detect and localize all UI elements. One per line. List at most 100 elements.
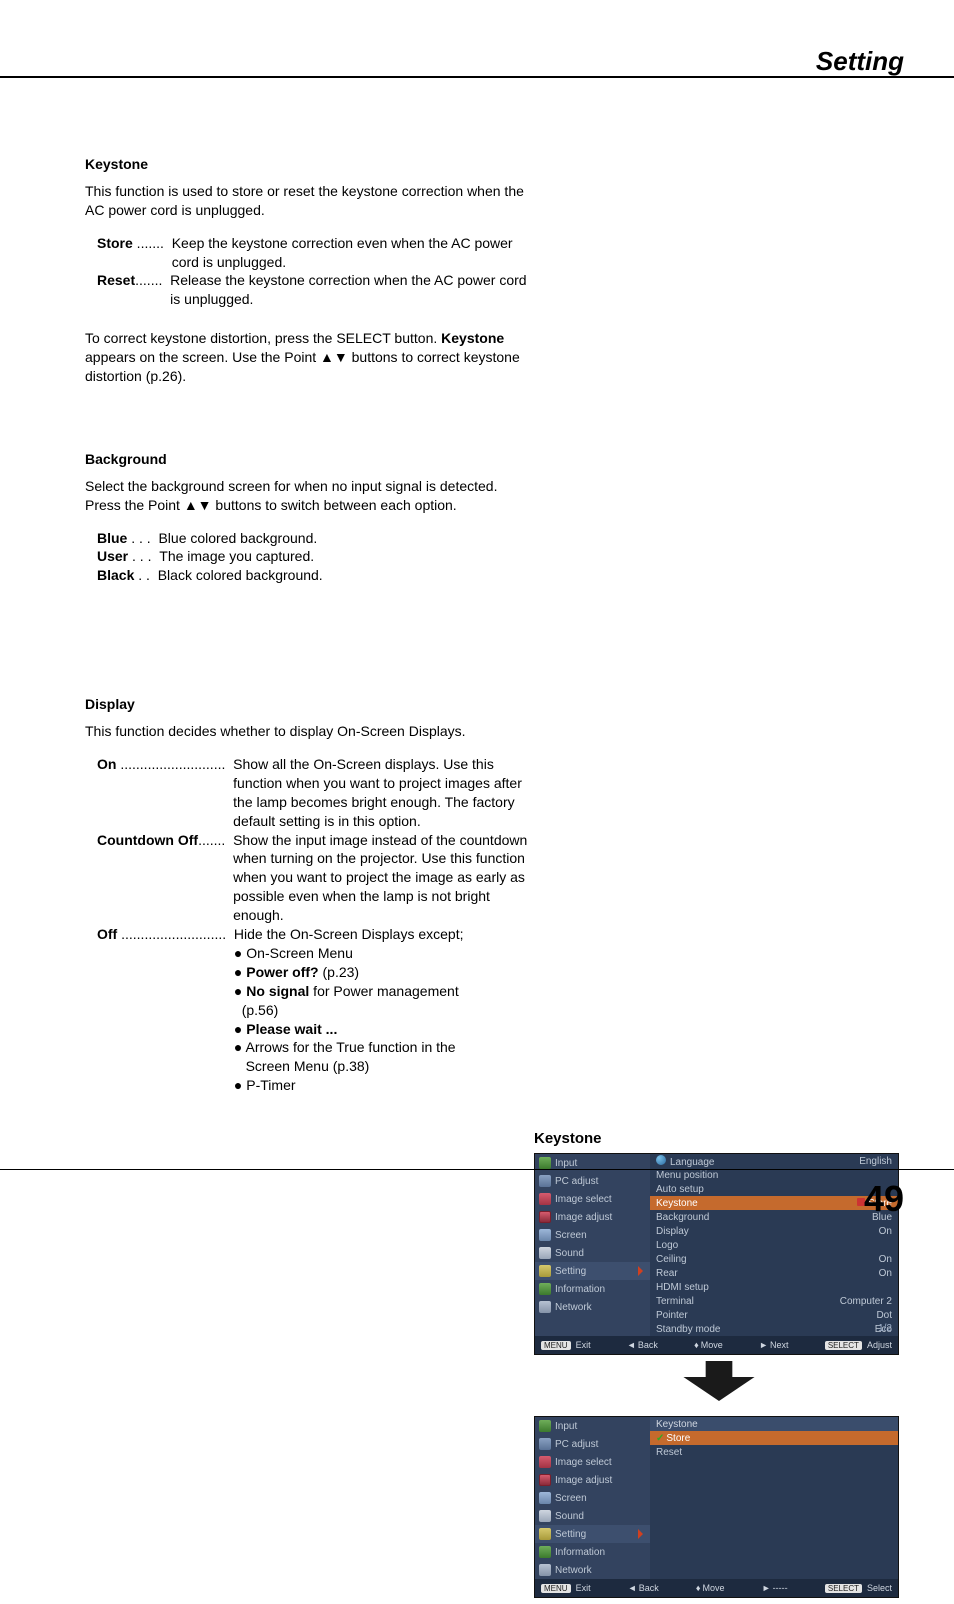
osd-side-label: Screen [555,1493,587,1504]
off-b4a: ● [234,1021,246,1037]
globe-icon [656,1155,666,1165]
dots: . . . [128,547,159,566]
left-column: Keystone This function is used to store … [85,155,535,1095]
osd-row-label: Language [656,1155,715,1168]
osd-side-network: Network [535,1561,650,1579]
desc-black: Black colored background. [158,566,535,585]
osd-side-pc-adjust: PC adjust [535,1435,650,1453]
osd-row-display: DisplayOn [650,1224,898,1238]
osd-side-label: PC adjust [555,1439,598,1450]
bg-black-row: Black . . Black colored background. [97,566,535,585]
term-countdown-off: Countdown Off [97,831,198,925]
right-arrow-icon: ► [762,1583,771,1593]
off-b2c: (p.23) [319,964,359,980]
check-icon: ✓ [656,1433,664,1444]
info-icon [539,1283,551,1295]
right-arrow-icon: ► [759,1340,768,1350]
osd-row-label: Logo [656,1240,678,1251]
bg-user-row: User . . . The image you captured. [97,547,535,566]
dots: ........................... [116,755,233,831]
osd-side-image-select: Image select [535,1453,650,1471]
osd-row-auto-setup: Auto setup [650,1182,898,1196]
display-cd-row: Countdown Off ....... Show the input ima… [97,831,535,925]
osd-side-label: Input [555,1421,577,1432]
off-b4b: Please wait ... [246,1021,337,1037]
osd-side-label: Image select [555,1194,612,1205]
pc-icon [539,1438,551,1450]
display-heading: Display [85,695,535,714]
osd-row-label: Menu position [656,1170,718,1181]
imgadj-icon [539,1474,551,1486]
foot-exit: Exit [576,1583,591,1593]
screen-icon [539,1229,551,1241]
setting-icon [539,1265,551,1277]
osd-row-language: LanguageEnglish [650,1154,898,1168]
osd-row-rear: RearOn [650,1266,898,1280]
desc-off: Hide the On-Screen Displays except; ● On… [234,925,535,1095]
osd-row-logo: Logo [650,1238,898,1252]
osd-row-label: ✓Store [656,1433,690,1444]
desc-user: The image you captured. [159,547,535,566]
header-rule [0,76,954,78]
select-key-icon: SELECT [825,1341,862,1350]
desc-on: Show all the On-Screen displays. Use thi… [233,755,535,831]
input-icon [539,1420,551,1432]
osd-row-hdmi-setup: HDMI setup [650,1280,898,1294]
desc-blue: Blue colored background. [158,529,535,548]
foot-blank: ----- [773,1583,788,1593]
osd-side-information: Information [535,1543,650,1561]
display-on-row: On ........................... Show all … [97,755,535,831]
osd-side-pc-adjust: PC adjust [535,1172,650,1190]
input-icon [539,1157,551,1169]
off-b3a: ● [234,983,246,999]
osd-side-setting: Setting [535,1262,650,1280]
osd-row-value: Dot [876,1310,892,1321]
off-b2b: Power off? [246,964,318,980]
osd-row-pointer: PointerDot [650,1308,898,1322]
osd-row-label: Background [656,1212,709,1223]
note-mid: appears on the screen. Use the Point ▲▼ … [85,349,520,384]
screen-icon [539,1492,551,1504]
osd2-header-text: Keystone [656,1419,698,1430]
foot-next: Next [770,1340,789,1350]
term-store: Store [97,234,133,272]
keystone-note: To correct keystone distortion, press th… [85,329,535,386]
background-heading: Background [85,450,535,469]
keystone-reset-row: Reset ....... Release the keystone corre… [97,271,535,309]
osd-side-label: Sound [555,1248,584,1259]
osd-side-setting: Setting [535,1525,650,1543]
osd-row-standby-mode: Standby modeEco [650,1322,898,1336]
osd-row-label: Keystone [656,1198,698,1209]
updown-arrow-icon: ♦ [696,1583,701,1593]
osd-row-label: Standby mode [656,1324,721,1335]
off-b3c: for Power management [309,983,458,999]
down-arrow-icon [534,1361,904,1406]
select-key-icon: SELECT [825,1584,862,1593]
osd-row-value: On [879,1268,892,1279]
osd-row-value: Computer 2 [840,1296,892,1307]
foot-move: Move [703,1583,725,1593]
osd-side-sound: Sound [535,1244,650,1262]
info-icon [539,1546,551,1558]
osd-side-label: Sound [555,1511,584,1522]
imgsel-icon [539,1456,551,1468]
osd-side-label: Network [555,1302,592,1313]
left-arrow-icon: ◄ [628,1583,637,1593]
osd-side-screen: Screen [535,1226,650,1244]
page-number: 49 [864,1178,904,1220]
term-on: On [97,755,116,831]
osd-row-keystone: KeystoneStore [650,1196,898,1210]
keystone-heading: Keystone [85,155,535,174]
osd-label: Keystone [534,1130,904,1147]
network-icon [539,1564,551,1576]
dots: . . . [127,529,158,548]
term-black: Black [97,566,134,585]
dots: ....... [135,271,170,309]
term-reset: Reset [97,271,135,309]
menu-key-icon: MENU [541,1584,571,1593]
foot-exit: Exit [576,1340,591,1350]
note-pre: To correct keystone distortion, press th… [85,330,441,346]
network-icon [539,1301,551,1313]
menu-key-icon: MENU [541,1341,571,1350]
osd2-footer: MENUExit ◄Back ♦Move ►----- SELECTSelect [535,1579,898,1597]
